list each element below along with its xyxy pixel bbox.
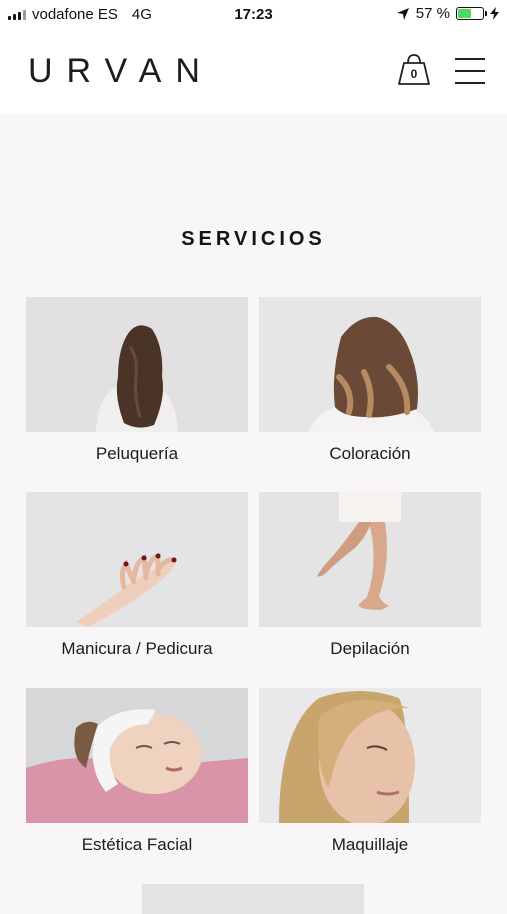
service-image-peluqueria — [26, 297, 248, 432]
service-card-partial[interactable] — [142, 884, 364, 914]
service-card-peluqueria[interactable]: Peluquería — [26, 297, 248, 464]
status-right: 57 % — [396, 5, 499, 22]
battery-fill — [458, 9, 471, 18]
service-label: Depilación — [330, 639, 410, 658]
service-card-maquillaje[interactable]: Maquillaje — [259, 688, 481, 855]
location-arrow-icon — [396, 7, 409, 20]
service-card-depilacion[interactable]: Depilación — [259, 492, 481, 659]
service-label: Estética Facial — [81, 835, 193, 854]
service-card-coloracion[interactable]: Coloración — [259, 297, 481, 464]
service-image-depilacion — [259, 492, 481, 627]
brand-logo[interactable]: URVAN — [28, 52, 214, 91]
service-label: Coloración — [329, 444, 411, 463]
service-label: Peluquería — [95, 444, 179, 463]
service-image-maquillaje — [259, 688, 481, 823]
service-label: Maquillaje — [331, 835, 409, 854]
charging-bolt-icon — [490, 7, 499, 20]
service-image-estetica-facial — [26, 688, 248, 823]
status-bar: vodafone ES 4G 17:23 57 % — [0, 0, 507, 30]
section-title: SERVICIOS — [181, 228, 326, 250]
service-image-coloracion — [259, 297, 481, 432]
site-header: URVAN 0 — [0, 30, 507, 114]
service-card-estetica-facial[interactable]: Estética Facial — [26, 688, 248, 855]
cart-button[interactable]: 0 — [396, 52, 432, 88]
service-label: Manicura / Pedicura — [61, 639, 213, 658]
battery-icon — [456, 7, 487, 20]
service-image-manicura — [26, 492, 248, 627]
menu-button[interactable] — [455, 56, 485, 86]
service-card-manicura-pedicura[interactable]: Manicura / Pedicura — [26, 492, 248, 659]
cart-count: 0 — [410, 67, 418, 81]
battery-percent: 57 % — [415, 5, 450, 22]
